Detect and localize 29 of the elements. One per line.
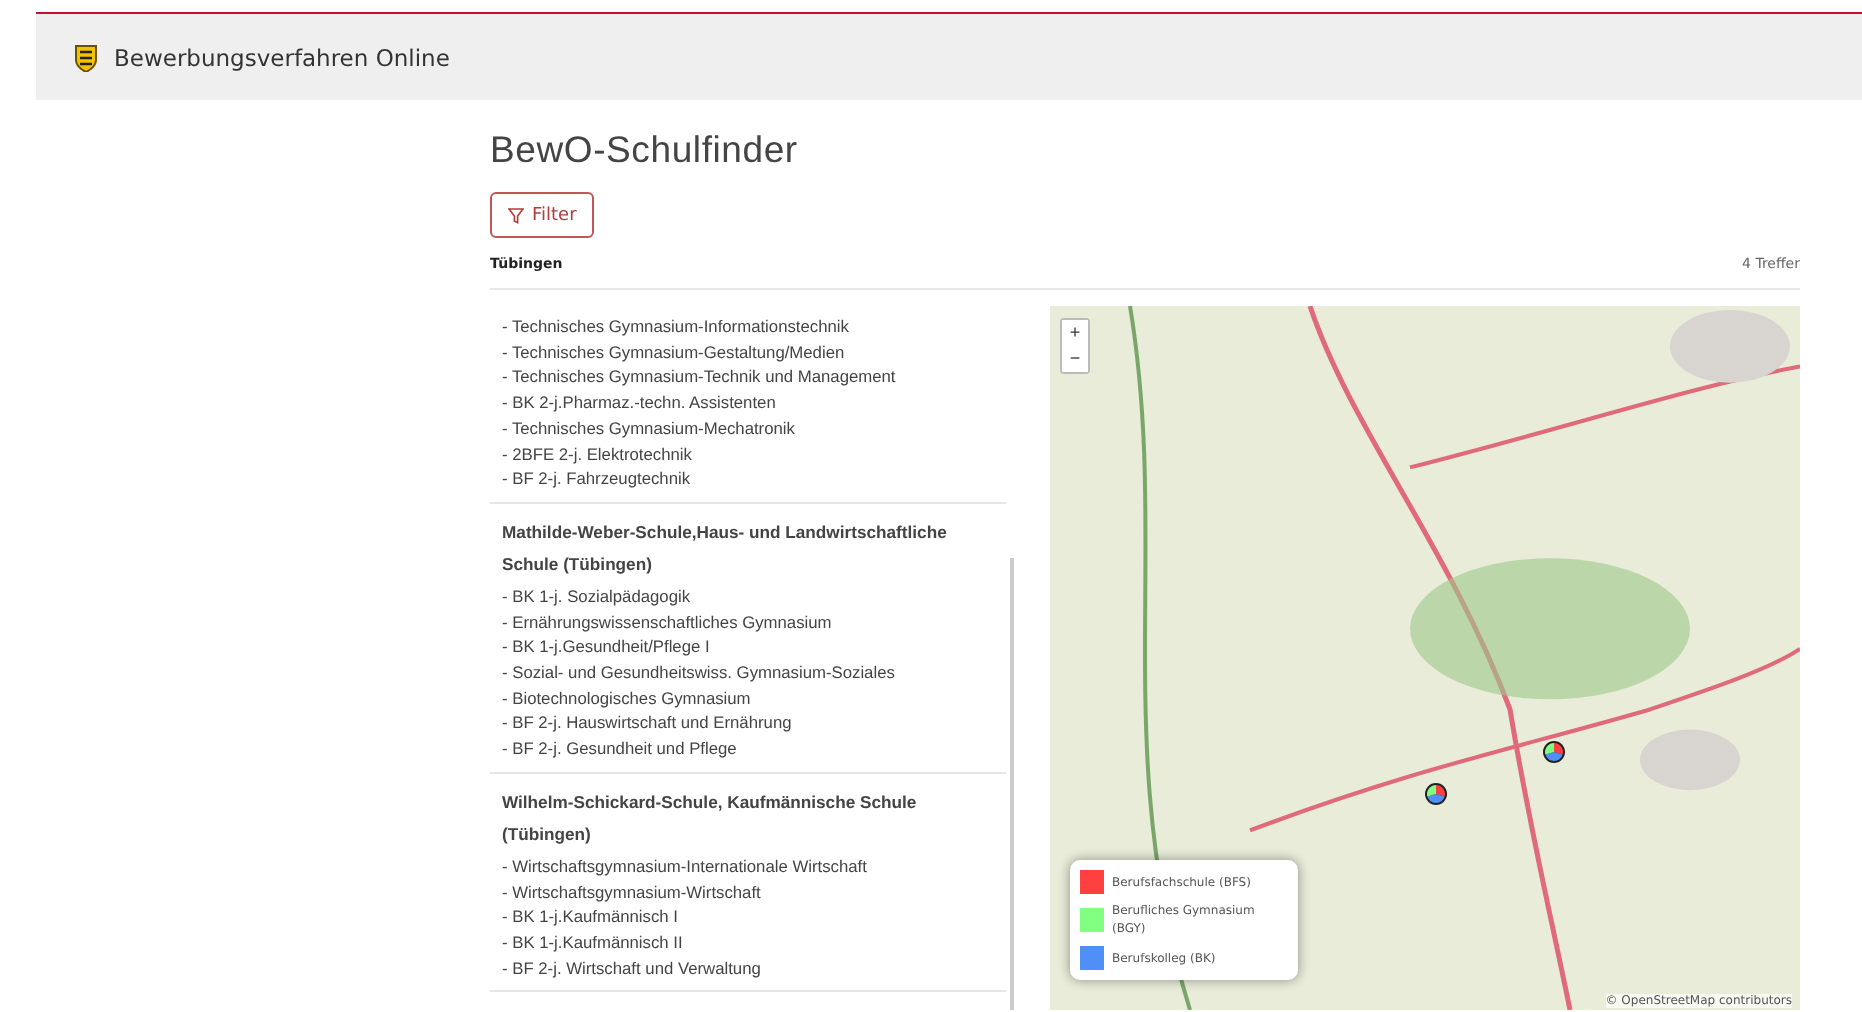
program-item: - BK 2-j.Pharmaz.-techn. Assistenten <box>502 390 778 416</box>
page-title: BewO-Schulfinder <box>490 128 800 172</box>
program-item: - BK 1-j.Kaufmännisch I <box>502 904 680 930</box>
program-item: - Wirtschaftsgymnasium-Wirtschaft <box>502 879 763 905</box>
program-item: - Sozial- und Gesundheitswiss. Gymnasium-Soziales <box>502 660 897 686</box>
pie-marker-icon[interactable] <box>1424 782 1448 806</box>
school-name: Mathilde-Weber-Schule,Haus- und Landwirtschaftliche Schule (Tübingen) <box>502 519 949 578</box>
program-item: - BF 2-j. Fahrzeugtechnik <box>502 466 693 492</box>
filter-button[interactable]: Filter <box>490 192 595 238</box>
program-item: - Ernährungswissenschaftliches Gymnasium <box>502 609 834 635</box>
program-item: - Technisches Gymnasium-Mechatronik <box>502 415 797 442</box>
program-item: - Technisches Gymnasium-Gestaltung/Medien <box>502 339 847 365</box>
program-item: - Biotechnologisches Gymnasium <box>502 685 753 711</box>
program-item: - BK 1-j. Sozialpädagogik <box>502 583 693 610</box>
program-item: - Technisches Gymnasium-Technik und Management <box>502 364 898 391</box>
program-item: - BF 2-j. Gesundheit und Pflege <box>502 736 739 762</box>
program-item: - Wirtschaftsgymnasium-Internationale Wirtschaft <box>502 853 869 880</box>
school-name: Wilhelm-Schickard-Schule, Kaufmännische Schule (Tübingen) <box>502 789 919 848</box>
scrollbar[interactable] <box>1010 558 1014 1010</box>
app-title: Bewerbungsverfahren Online <box>114 43 450 71</box>
program-item: - BK 1-j.Kaufmännisch II <box>502 929 685 956</box>
program-item: - Technisches Gymnasium-Informationstechnik <box>502 314 851 340</box>
program-item: - 2BFE 2-j. Elektrotechnik <box>502 441 694 467</box>
program-item: - BF 2-j. Wirtschaft und Verwaltung <box>502 955 763 981</box>
coat-of-arms-icon <box>74 43 98 71</box>
program-item: - BF 2-j. Hauswirtschaft und Ernährung <box>502 710 794 737</box>
filter-icon <box>508 207 524 223</box>
pie-marker-icon[interactable] <box>1542 740 1566 764</box>
program-item: - BK 1-j.Gesundheit/Pflege I <box>502 634 712 661</box>
